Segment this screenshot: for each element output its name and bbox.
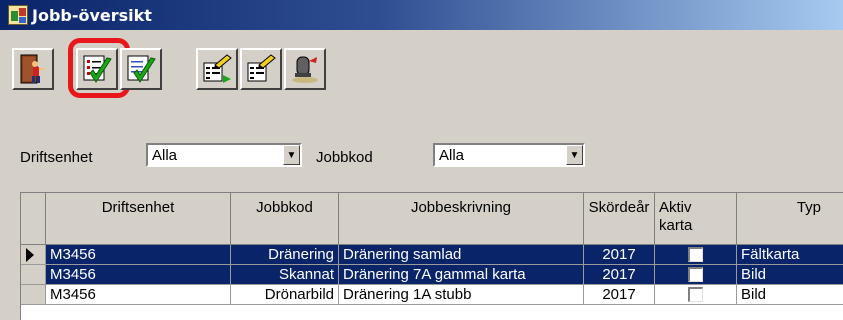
table-row[interactable]: M3456 Drönarbild Dränering 1A stubb 2017… — [21, 285, 843, 305]
job-grid: Driftsenhet Jobbkod Jobbeskrivning Skörd… — [20, 192, 843, 320]
checklist-check-icon — [127, 55, 156, 83]
cell-driftsenhet[interactable]: M3456 — [46, 245, 231, 265]
cell-jobbeskrivning[interactable]: Dränering 1A stubb — [339, 285, 584, 305]
aktiv-karta-checkbox[interactable] — [688, 267, 703, 282]
cell-skordear[interactable]: 2017 — [584, 285, 655, 305]
checklist-check-icon — [83, 55, 112, 83]
row-indicator[interactable] — [21, 285, 46, 305]
chevron-down-icon[interactable]: ▼ — [566, 145, 583, 165]
cell-driftsenhet[interactable]: M3456 — [46, 265, 231, 285]
cell-jobbkod[interactable]: Skannat — [231, 265, 339, 285]
stamp-button[interactable] — [284, 48, 326, 90]
cell-driftsenhet[interactable]: M3456 — [46, 285, 231, 305]
row-selector-header — [21, 193, 46, 245]
aktiv-karta-checkbox[interactable] — [688, 247, 703, 262]
cell-jobbeskrivning[interactable]: Dränering samlad — [339, 245, 584, 265]
cell-skordear[interactable]: 2017 — [584, 245, 655, 265]
column-header-skordear[interactable]: Skördeår — [584, 193, 655, 245]
filter-row: Driftsenhet Alla ▼ Jobbkod Alla ▼ — [0, 140, 843, 174]
cell-aktiv-karta — [655, 285, 737, 305]
aktiv-karta-checkbox[interactable] — [688, 287, 703, 302]
table-row[interactable]: M3456 Dränering Dränering samlad 2017 Fä… — [21, 245, 843, 265]
edit-document-icon — [203, 54, 232, 83]
driftsenhet-select-value: Alla — [152, 147, 178, 164]
document-stamp-icon — [292, 56, 318, 83]
jobbkod-select[interactable]: Alla ▼ — [433, 143, 585, 167]
column-header-typ[interactable]: Typ — [737, 193, 843, 245]
jobbkod-label: Jobbkod — [316, 149, 373, 166]
window-title: Jobb-översikt — [32, 5, 152, 25]
jobbkod-select-value: Alla — [439, 147, 465, 164]
cell-typ[interactable]: Bild — [737, 285, 843, 305]
cell-typ[interactable]: Bild — [737, 265, 843, 285]
cell-aktiv-karta — [655, 245, 737, 265]
row-indicator[interactable] — [21, 245, 46, 265]
column-header-jobbkod[interactable]: Jobbkod — [231, 193, 339, 245]
exit-door-icon — [20, 54, 45, 84]
cell-jobbkod[interactable]: Dränering — [231, 245, 339, 265]
app-icon — [8, 5, 28, 25]
cell-jobbeskrivning[interactable]: Dränering 7A gammal karta — [339, 265, 584, 285]
cell-skordear[interactable]: 2017 — [584, 265, 655, 285]
check-list-button[interactable] — [120, 48, 162, 90]
column-header-aktiv-karta-line1: Aktiv — [659, 199, 692, 216]
driftsenhet-select[interactable]: Alla ▼ — [146, 143, 302, 167]
exit-button[interactable] — [12, 48, 54, 90]
title-bar[interactable]: Jobb-översikt — [0, 0, 843, 30]
edit-job-button[interactable] — [196, 48, 238, 90]
column-header-jobbeskrivning[interactable]: Jobbeskrivning — [339, 193, 584, 245]
approve-job-button[interactable] — [76, 48, 118, 90]
cell-aktiv-karta — [655, 265, 737, 285]
row-indicator[interactable] — [21, 265, 46, 285]
edit-document-icon — [247, 54, 276, 82]
current-row-arrow-icon — [26, 248, 34, 262]
column-header-driftsenhet[interactable]: Driftsenhet — [46, 193, 231, 245]
chevron-down-icon[interactable]: ▼ — [283, 145, 300, 165]
cell-jobbkod[interactable]: Drönarbild — [231, 285, 339, 305]
driftsenhet-label: Driftsenhet — [20, 149, 93, 166]
column-header-aktiv-karta[interactable]: Aktiv karta — [655, 193, 737, 245]
cell-typ[interactable]: Fältkarta — [737, 245, 843, 265]
table-row[interactable]: M3456 Skannat Dränering 7A gammal karta … — [21, 265, 843, 285]
edit-map-button[interactable] — [240, 48, 282, 90]
column-header-aktiv-karta-line2: karta — [659, 217, 693, 234]
